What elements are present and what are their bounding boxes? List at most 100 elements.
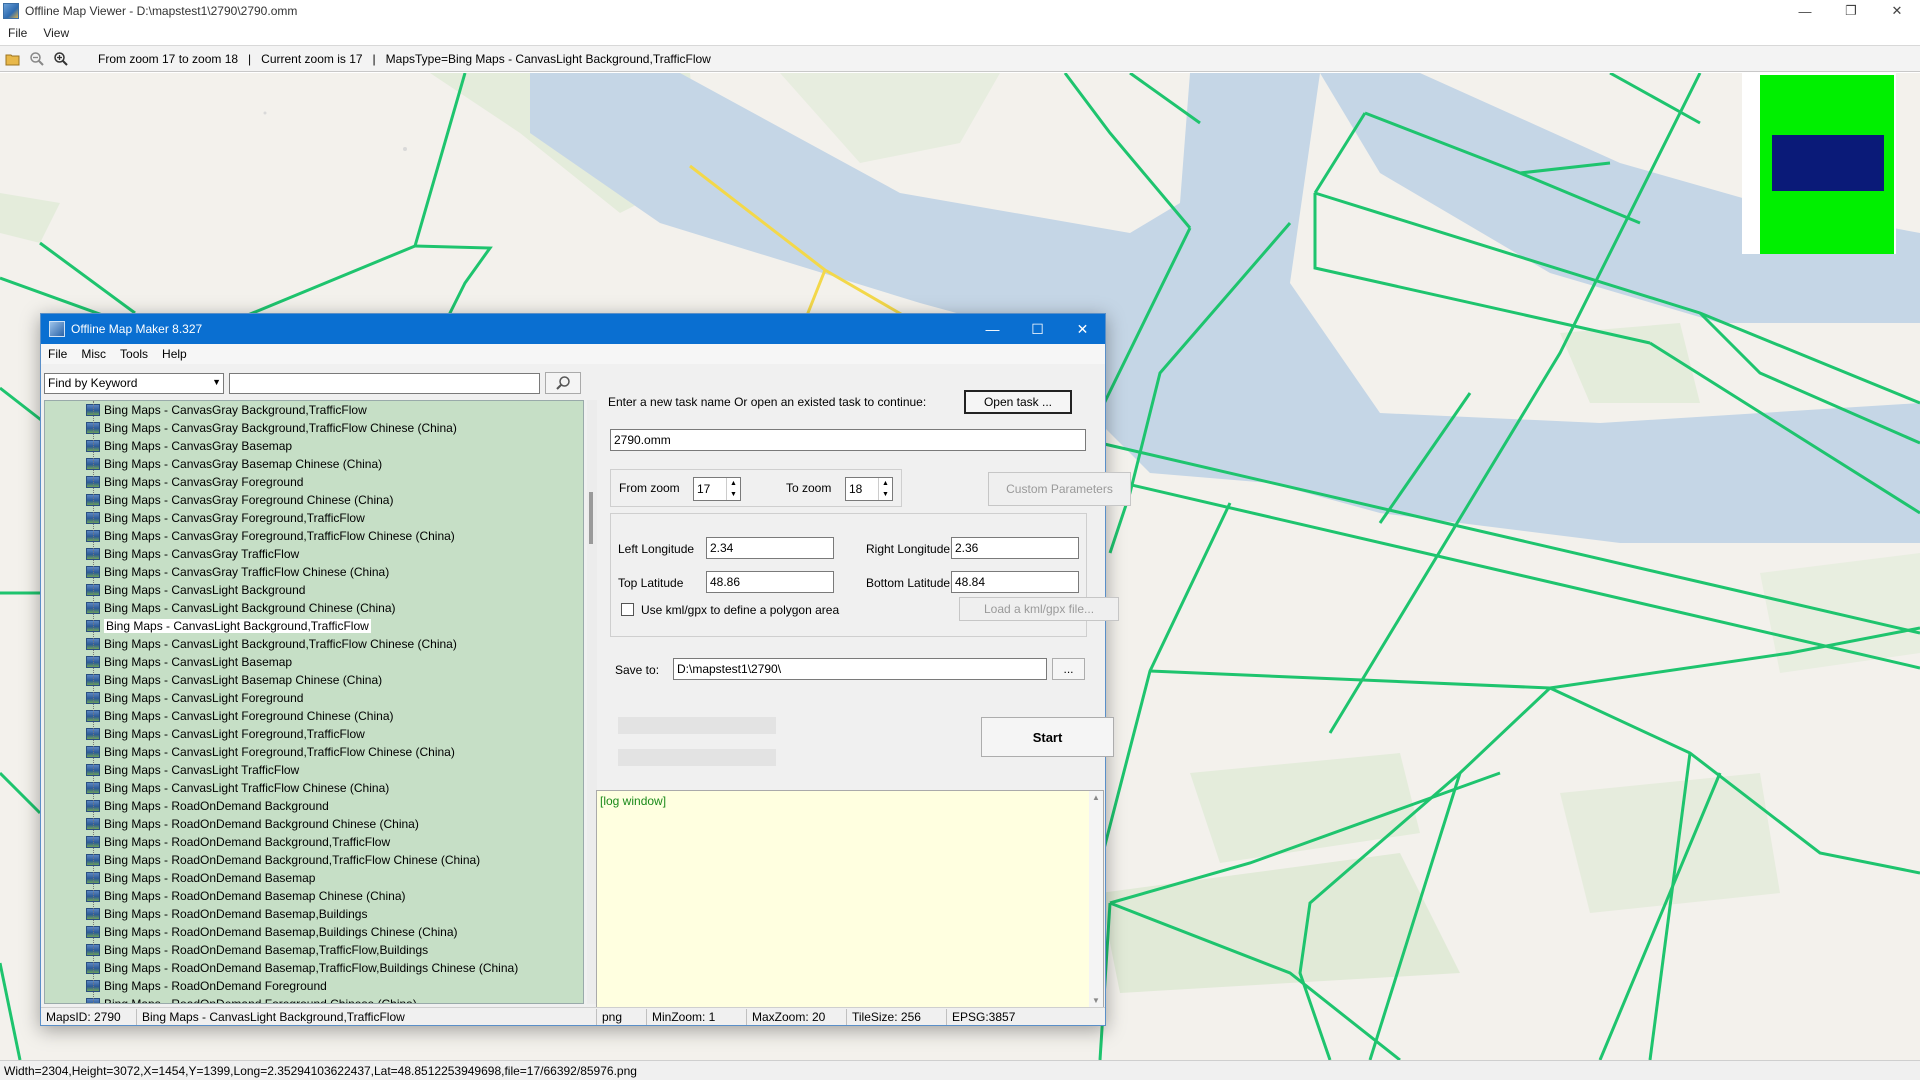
list-item[interactable]: Bing Maps - RoadOnDemand Background,Traf… bbox=[45, 851, 583, 869]
menu-view[interactable]: View bbox=[35, 26, 77, 40]
list-item-label: Bing Maps - RoadOnDemand Background Chin… bbox=[104, 817, 419, 831]
list-item[interactable]: Bing Maps - RoadOnDemand Basemap bbox=[45, 869, 583, 887]
bottom-latitude-field[interactable]: 48.84 bbox=[951, 571, 1079, 593]
list-item[interactable]: Bing Maps - RoadOnDemand Basemap,Traffic… bbox=[45, 959, 583, 977]
list-item-label: Bing Maps - RoadOnDemand Basemap Chinese… bbox=[104, 889, 406, 903]
kml-checkbox[interactable] bbox=[621, 603, 634, 616]
list-item-label: Bing Maps - CanvasLight Foreground,Traff… bbox=[104, 727, 365, 741]
list-item[interactable]: Bing Maps - RoadOnDemand Foreground bbox=[45, 977, 583, 995]
list-item[interactable]: Bing Maps - CanvasGray Background,Traffi… bbox=[45, 419, 583, 437]
list-item[interactable]: Bing Maps - RoadOnDemand Background Chin… bbox=[45, 815, 583, 833]
list-item[interactable]: Bing Maps - CanvasGray Foreground,Traffi… bbox=[45, 527, 583, 545]
list-item-label: Bing Maps - CanvasLight Background bbox=[104, 583, 306, 597]
dialog-close-icon[interactable]: ✕ bbox=[1060, 314, 1105, 344]
list-item[interactable]: Bing Maps - RoadOnDemand Basemap,Buildin… bbox=[45, 923, 583, 941]
list-item[interactable]: Bing Maps - CanvasGray Basemap bbox=[45, 437, 583, 455]
search-button[interactable] bbox=[545, 372, 581, 394]
list-item-label: Bing Maps - RoadOnDemand Basemap,Traffic… bbox=[104, 961, 519, 975]
list-item[interactable]: Bing Maps - CanvasLight Foreground,Traff… bbox=[45, 725, 583, 743]
right-longitude-label: Right Longitude bbox=[866, 542, 951, 556]
list-item[interactable]: Bing Maps - CanvasLight Basemap bbox=[45, 653, 583, 671]
list-item[interactable]: Bing Maps - CanvasGray Background,Traffi… bbox=[45, 401, 583, 419]
list-item[interactable]: Bing Maps - CanvasLight Background bbox=[45, 581, 583, 599]
browse-button[interactable]: ... bbox=[1052, 658, 1085, 680]
scroll-up-icon[interactable]: ▲ bbox=[1092, 793, 1100, 802]
to-zoom-spinner[interactable]: 18 ▲ ▼ bbox=[845, 477, 893, 501]
zoom-out-icon[interactable] bbox=[26, 48, 48, 70]
list-item[interactable]: Bing Maps - RoadOnDemand Foreground Chin… bbox=[45, 995, 583, 1003]
list-item-label: Bing Maps - CanvasLight TrafficFlow bbox=[104, 763, 300, 777]
dialog-maximize-icon[interactable]: ☐ bbox=[1015, 314, 1060, 344]
app-icon bbox=[3, 3, 19, 19]
minimap[interactable] bbox=[1742, 73, 1896, 254]
list-item[interactable]: Bing Maps - CanvasGray Foreground bbox=[45, 473, 583, 491]
list-item[interactable]: Bing Maps - RoadOnDemand Basemap,Traffic… bbox=[45, 941, 583, 959]
dialog-menu-file[interactable]: File bbox=[41, 347, 74, 361]
list-item[interactable]: Bing Maps - RoadOnDemand Basemap,Buildin… bbox=[45, 905, 583, 923]
list-item[interactable]: Bing Maps - RoadOnDemand Background,Traf… bbox=[45, 833, 583, 851]
minimize-icon[interactable]: — bbox=[1782, 0, 1828, 22]
map-type-list[interactable]: Bing Maps - CanvasGray Background,Traffi… bbox=[44, 400, 584, 1004]
list-item[interactable]: Bing Maps - CanvasGray Basemap Chinese (… bbox=[45, 455, 583, 473]
restore-icon[interactable]: ❐ bbox=[1828, 0, 1874, 22]
task-prompt: Enter a new task name Or open an existed… bbox=[608, 395, 927, 409]
tree-guide-line bbox=[93, 401, 94, 1003]
start-button[interactable]: Start bbox=[981, 717, 1114, 757]
open-folder-icon[interactable] bbox=[2, 48, 24, 70]
list-item[interactable]: Bing Maps - CanvasGray Foreground,Traffi… bbox=[45, 509, 583, 527]
top-latitude-field[interactable]: 48.86 bbox=[706, 571, 834, 593]
list-item[interactable]: Bing Maps - RoadOnDemand Basemap Chinese… bbox=[45, 887, 583, 905]
from-zoom-spinner[interactable]: 17 ▲ ▼ bbox=[693, 477, 741, 501]
list-item[interactable]: Bing Maps - CanvasLight Foreground,Traff… bbox=[45, 743, 583, 761]
custom-parameters-button[interactable]: Custom Parameters bbox=[988, 472, 1131, 506]
find-mode-select[interactable]: Find by Keyword ▼ bbox=[44, 372, 224, 394]
status-epsg: EPSG:3857 bbox=[952, 1009, 1016, 1024]
list-item[interactable]: Bing Maps - CanvasLight Basemap Chinese … bbox=[45, 671, 583, 689]
load-kml-button[interactable]: Load a kml/gpx file... bbox=[959, 597, 1119, 621]
menu-file[interactable]: File bbox=[0, 26, 35, 40]
list-item[interactable]: Bing Maps - CanvasGray Foreground Chines… bbox=[45, 491, 583, 509]
right-longitude-field[interactable]: 2.36 bbox=[951, 537, 1079, 559]
list-item[interactable]: Bing Maps - CanvasLight TrafficFlow bbox=[45, 761, 583, 779]
list-item[interactable]: Bing Maps - CanvasLight Foreground Chine… bbox=[45, 707, 583, 725]
close-icon[interactable]: ✕ bbox=[1874, 0, 1920, 22]
list-item[interactable]: Bing Maps - RoadOnDemand Background bbox=[45, 797, 583, 815]
list-item[interactable]: Bing Maps - CanvasLight Foreground bbox=[45, 689, 583, 707]
list-item-label: Bing Maps - RoadOnDemand Background,Traf… bbox=[104, 853, 481, 867]
list-item-label: Bing Maps - RoadOnDemand Basemap,Buildin… bbox=[104, 925, 458, 939]
map-source-panel: Find by Keyword ▼ Bing Maps - CanvasGray… bbox=[44, 370, 597, 1010]
dialog-menu-misc[interactable]: Misc bbox=[74, 347, 113, 361]
viewer-titlebar: Offline Map Viewer - D:\mapstest1\2790\2… bbox=[0, 0, 1920, 22]
dialog-titlebar[interactable]: Offline Map Maker 8.327 — ☐ ✕ bbox=[41, 314, 1105, 344]
dialog-menu-tools[interactable]: Tools bbox=[113, 347, 155, 361]
minimap-viewport[interactable] bbox=[1772, 135, 1884, 191]
spinner-arrows-icon[interactable]: ▲ ▼ bbox=[878, 478, 892, 500]
dialog-window-controls: — ☐ ✕ bbox=[970, 314, 1105, 344]
scroll-down-icon[interactable]: ▼ bbox=[1092, 996, 1100, 1005]
list-item[interactable]: Bing Maps - CanvasGray TrafficFlow bbox=[45, 545, 583, 563]
map-maker-dialog: Offline Map Maker 8.327 — ☐ ✕ File Misc … bbox=[40, 313, 1131, 1026]
dialog-menu-help[interactable]: Help bbox=[155, 347, 194, 361]
status-format: png bbox=[597, 1008, 647, 1025]
viewer-window-controls: — ❐ ✕ bbox=[1782, 0, 1920, 22]
list-item[interactable]: Bing Maps - CanvasLight Background,Traff… bbox=[45, 635, 583, 653]
task-name-field[interactable]: 2790.omm bbox=[610, 429, 1086, 451]
open-task-button[interactable]: Open task ... bbox=[964, 390, 1072, 414]
list-item[interactable]: Bing Maps - CanvasLight Background,Traff… bbox=[45, 617, 583, 635]
list-item-label: Bing Maps - CanvasGray Foreground bbox=[104, 475, 304, 489]
left-longitude-field[interactable]: 2.34 bbox=[706, 537, 834, 559]
log-window[interactable]: [log window] ▲ ▼ bbox=[596, 790, 1104, 1008]
list-item[interactable]: Bing Maps - CanvasLight TrafficFlow Chin… bbox=[45, 779, 583, 797]
list-scroll-thumb[interactable] bbox=[589, 492, 593, 544]
zoom-in-icon[interactable] bbox=[50, 48, 72, 70]
dialog-minimize-icon[interactable]: — bbox=[970, 314, 1015, 344]
spinner-arrows-icon[interactable]: ▲ ▼ bbox=[726, 478, 740, 500]
to-zoom-value: 18 bbox=[849, 482, 863, 496]
status-maps-name: Bing Maps - CanvasLight Background,Traff… bbox=[137, 1008, 597, 1025]
log-scrollbar[interactable]: ▲ ▼ bbox=[1089, 791, 1103, 1007]
search-input[interactable] bbox=[229, 372, 540, 394]
save-to-field[interactable]: D:\mapstest1\2790\ bbox=[673, 658, 1047, 680]
chevron-down-icon: ▼ bbox=[212, 376, 221, 387]
list-item[interactable]: Bing Maps - CanvasLight Background Chine… bbox=[45, 599, 583, 617]
list-item[interactable]: Bing Maps - CanvasGray TrafficFlow Chine… bbox=[45, 563, 583, 581]
